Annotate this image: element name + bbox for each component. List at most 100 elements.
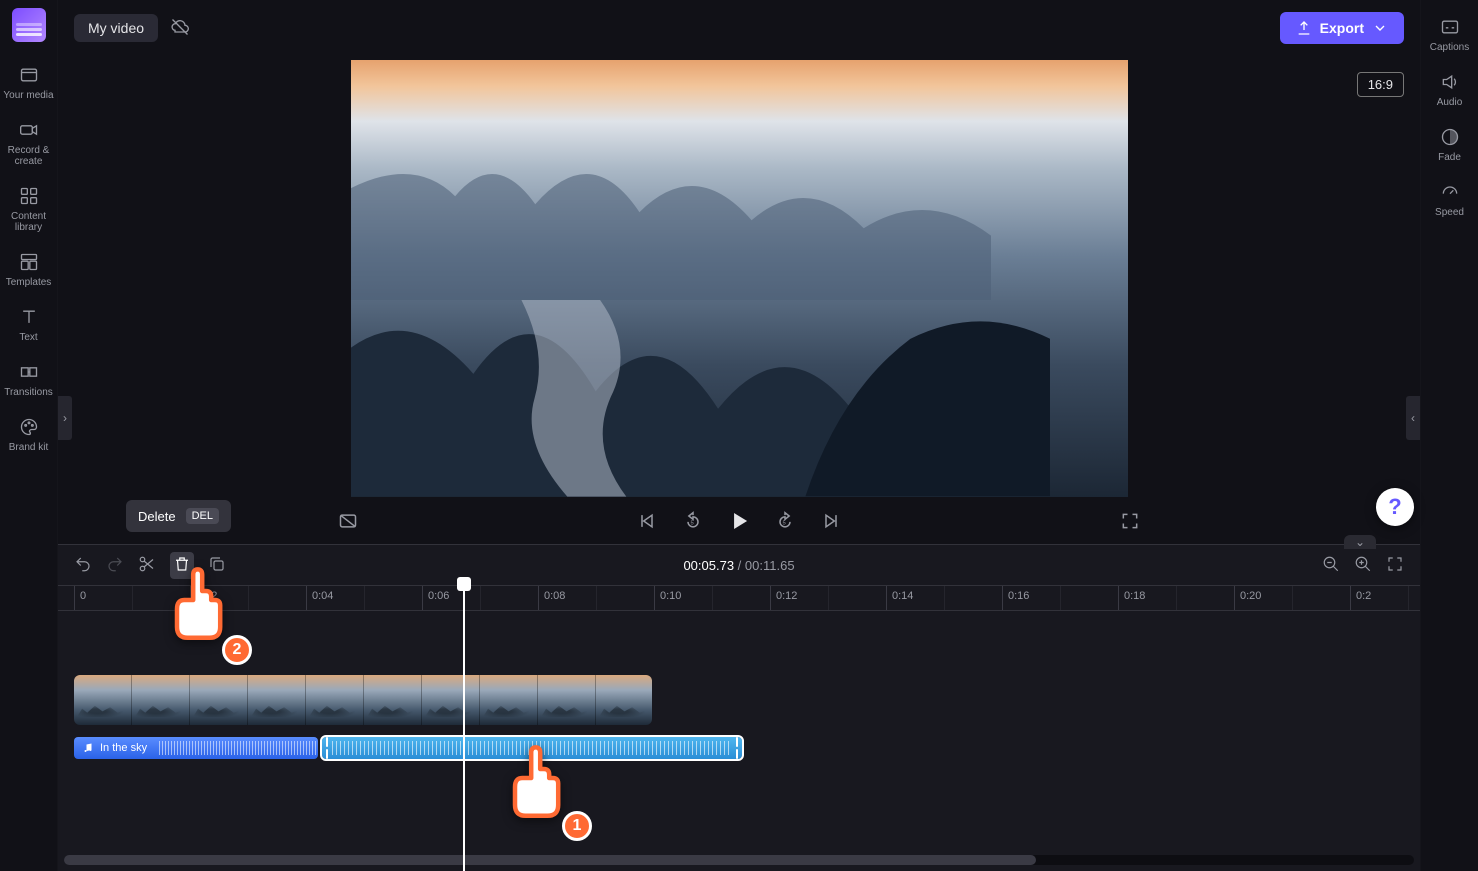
ruler-tick <box>306 586 307 610</box>
ruler-tick <box>74 586 75 610</box>
redo-button[interactable] <box>106 555 124 576</box>
top-bar: My video Export <box>58 0 1420 56</box>
current-time: 00:05.73 <box>683 558 734 573</box>
preview-river <box>351 300 875 497</box>
delete-tooltip: Delete DEL <box>126 500 231 532</box>
zoom-out-button[interactable] <box>1322 555 1340 576</box>
expand-right-panel[interactable]: ‹ <box>1406 396 1420 440</box>
ruler-tick <box>770 586 771 610</box>
skip-end-button[interactable] <box>821 511 841 534</box>
sidebar-label: Fade <box>1438 152 1461 163</box>
playhead[interactable] <box>463 585 465 871</box>
audio-clip-1[interactable]: In the sky <box>74 737 318 759</box>
music-note-icon <box>82 742 94 754</box>
sidebar-label: Templates <box>6 277 52 288</box>
sidebar-label: Audio <box>1437 97 1463 108</box>
total-time: 00:11.65 <box>745 558 795 573</box>
sidebar-record-create[interactable]: Record & create <box>0 111 57 177</box>
transitions-icon <box>18 361 40 383</box>
palette-icon <box>18 416 40 438</box>
undo-button[interactable] <box>74 555 92 576</box>
tooltip-text: Delete <box>138 509 176 524</box>
rewind-5-button[interactable]: 5 <box>683 511 703 534</box>
ruler-tick <box>1350 586 1351 610</box>
upload-icon <box>1296 20 1312 36</box>
timeline-toolbar: 00:05.73 / 00:11.65 <box>58 545 1420 585</box>
timeline-panel: ⌄ 00:05.73 / 00:11.65 In the sky <box>58 544 1420 871</box>
project-title-input[interactable]: My video <box>74 14 158 42</box>
safe-zone-toggle[interactable] <box>338 511 358 534</box>
clip-trim-right[interactable] <box>732 737 742 759</box>
waveform <box>332 741 732 755</box>
ruler-tick <box>886 586 887 610</box>
help-button[interactable]: ? <box>1376 488 1414 526</box>
camera-icon <box>18 119 40 141</box>
sidebar-transitions[interactable]: Transitions <box>0 353 57 408</box>
forward-5-button[interactable]: 5 <box>775 511 795 534</box>
sidebar-label: Your media <box>3 90 53 101</box>
timeline-scrollbar[interactable] <box>64 855 1414 865</box>
sidebar-label: Brand kit <box>9 442 48 453</box>
fullscreen-button[interactable] <box>1120 511 1140 534</box>
right-sidebar: Captions Audio Fade Speed <box>1420 0 1478 871</box>
ruler-tick <box>538 586 539 610</box>
chevron-down-icon <box>1372 20 1388 36</box>
preview-area: 16:9 5 5 <box>58 56 1420 544</box>
sidebar-label: Record & create <box>8 145 50 167</box>
fade-icon <box>1439 126 1461 148</box>
library-icon <box>18 185 40 207</box>
export-label: Export <box>1320 20 1364 36</box>
sidebar-content-library[interactable]: Content library <box>0 177 57 243</box>
svg-text:5: 5 <box>783 520 786 526</box>
sidebar-label: Text <box>19 332 37 343</box>
timeline-ruler[interactable] <box>58 585 1420 611</box>
zoom-fit-button[interactable] <box>1386 555 1404 576</box>
preview-canvas[interactable]: 16:9 <box>58 56 1420 500</box>
sidebar-your-media[interactable]: Your media <box>0 56 57 111</box>
video-clip[interactable] <box>74 675 652 725</box>
timecode: 00:05.73 / 00:11.65 <box>683 558 794 573</box>
delete-button[interactable] <box>170 552 194 579</box>
ruler-tick <box>654 586 655 610</box>
sidebar-speed[interactable]: Speed <box>1421 173 1478 228</box>
templates-icon <box>18 251 40 273</box>
ruler-tick <box>1002 586 1003 610</box>
export-button[interactable]: Export <box>1280 12 1404 44</box>
speaker-icon <box>1439 71 1461 93</box>
app-logo[interactable] <box>12 8 46 42</box>
zoom-in-button[interactable] <box>1354 555 1372 576</box>
media-icon <box>18 64 40 86</box>
sidebar-fade[interactable]: Fade <box>1421 118 1478 173</box>
waveform <box>159 741 318 755</box>
play-button[interactable] <box>729 511 749 534</box>
sidebar-audio[interactable]: Audio <box>1421 63 1478 118</box>
ruler-tick <box>422 586 423 610</box>
sidebar-label: Transitions <box>4 387 53 398</box>
tooltip-kbd: DEL <box>186 508 219 524</box>
scrollbar-thumb[interactable] <box>64 855 1036 865</box>
expand-left-panel[interactable]: › <box>58 396 72 440</box>
left-sidebar: Your media Record & create Content libra… <box>0 0 58 871</box>
cloud-sync-off-icon[interactable] <box>170 17 190 40</box>
sidebar-captions[interactable]: Captions <box>1421 8 1478 63</box>
sidebar-brand-kit[interactable]: Brand kit <box>0 408 57 463</box>
duplicate-button[interactable] <box>208 555 226 576</box>
audio-clip-2-selected[interactable] <box>322 737 742 759</box>
gauge-icon <box>1439 181 1461 203</box>
sidebar-label: Speed <box>1435 207 1464 218</box>
ruler-tick <box>190 586 191 610</box>
skip-start-button[interactable] <box>637 511 657 534</box>
sidebar-label: Captions <box>1430 42 1469 53</box>
audio-clip-label: In the sky <box>100 742 147 754</box>
captions-icon <box>1439 16 1461 38</box>
timeline-tracks[interactable]: In the sky <box>58 611 1420 871</box>
aspect-ratio-button[interactable]: 16:9 <box>1357 72 1404 97</box>
sidebar-text[interactable]: Text <box>0 298 57 353</box>
text-icon <box>18 306 40 328</box>
preview-controls: 5 5 <box>58 500 1420 544</box>
sidebar-templates[interactable]: Templates <box>0 243 57 298</box>
clip-trim-left[interactable] <box>322 737 332 759</box>
ruler-tick <box>1234 586 1235 610</box>
ruler-tick <box>1118 586 1119 610</box>
split-button[interactable] <box>138 555 156 576</box>
